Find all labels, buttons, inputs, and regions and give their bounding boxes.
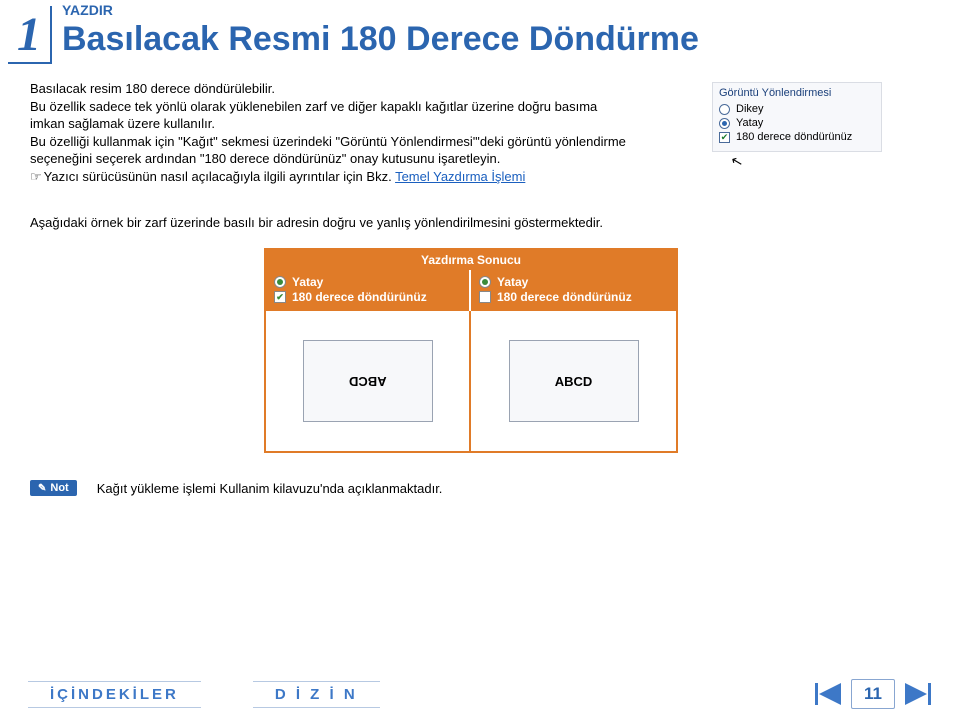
example-col-2-radio-label: Yatay (497, 275, 528, 289)
checkbox-checked-icon: ✔ (274, 291, 286, 303)
prev-page-icon[interactable] (815, 683, 841, 705)
envelope-text-rotated: ABCD (349, 374, 387, 389)
next-page-icon[interactable] (905, 683, 931, 705)
orientation-settings-panel: Görüntü Yönlendirmesi Dikey Yatay ✔ 180 … (712, 82, 882, 152)
body-text: Basılacak resim 180 derece döndürülebili… (30, 80, 630, 185)
orientation-option-dikey[interactable]: Dikey (719, 103, 875, 115)
checkbox-checked-icon: ✔ (719, 132, 730, 143)
page-number-button[interactable]: 11 (851, 679, 895, 709)
section-number: 1 (17, 7, 41, 62)
example-col-2-check-label: 180 derece döndürünüz (497, 290, 632, 304)
orientation-option-yatay[interactable]: Yatay (719, 117, 875, 129)
paragraph-4: ☞Yazıcı sürücüsünün nasıl açılacağıyla i… (30, 168, 630, 186)
radio-selected-icon (274, 276, 286, 288)
orientation-option-label: Dikey (736, 103, 764, 115)
example-envelope-row: ABCD ABCD (266, 311, 676, 451)
hand-icon: ☞ (30, 168, 42, 186)
footer-nav: 11 (815, 679, 931, 709)
note-row: ✎ Not Kağıt yükleme işlemi Kullanim kila… (30, 480, 442, 496)
cursor-icon: ↖ (729, 152, 745, 171)
example-table: Yazdırma Sonucu Yatay ✔ 180 derece döndü… (264, 248, 678, 453)
example-col-1-radio-label: Yatay (292, 275, 323, 289)
footer-bar: İÇİNDEKİLER D İ Z İ N 11 (0, 679, 959, 709)
radio-selected-icon (719, 118, 730, 129)
heading-block: YAZDIR Basılacak Resmi 180 Derece Döndür… (62, 2, 699, 59)
category-label: YAZDIR (62, 2, 699, 18)
pencil-icon: ✎ (38, 483, 46, 494)
example-intro: Aşağıdaki örnek bir zarf üzerinde basılı… (30, 215, 603, 230)
index-button[interactable]: D İ Z İ N (253, 681, 380, 708)
orientation-panel-title: Görüntü Yönlendirmesi (719, 87, 875, 99)
example-col-1-options: Yatay ✔ 180 derece döndürünüz (266, 270, 471, 311)
note-text: Kağıt yükleme işlemi Kullanim kilavuzu'n… (97, 481, 443, 496)
toc-button[interactable]: İÇİNDEKİLER (28, 681, 201, 708)
basic-printing-link[interactable]: Temel Yazdırma İşlemi (395, 169, 525, 184)
note-badge-label: Not (50, 482, 68, 494)
paragraph-2: Bu özellik sadece tek yönlü olarak yükle… (30, 98, 630, 133)
example-col-2-options: Yatay 180 derece döndürünüz (471, 270, 676, 311)
example-col-1-envelope-cell: ABCD (266, 311, 471, 451)
radio-icon (719, 104, 730, 115)
section-number-box: 1 (8, 6, 52, 64)
checkbox-unchecked-icon (479, 291, 491, 303)
paragraph-1: Basılacak resim 180 derece döndürülebili… (30, 80, 630, 98)
envelope-rotated: ABCD (303, 340, 433, 422)
envelope-normal: ABCD (509, 340, 639, 422)
paragraph-3: Bu özelliği kullanmak için "Kağıt" sekme… (30, 133, 630, 168)
orientation-option-180[interactable]: ✔ 180 derece döndürünüz (719, 131, 875, 143)
orientation-option-label: 180 derece döndürünüz (736, 131, 852, 143)
example-options-row: Yatay ✔ 180 derece döndürünüz Yatay 180 … (266, 270, 676, 311)
envelope-text-normal: ABCD (555, 374, 593, 389)
example-col-2-envelope-cell: ABCD (471, 311, 676, 451)
example-table-header: Yazdırma Sonucu (266, 250, 676, 270)
page-title: Basılacak Resmi 180 Derece Döndürme (62, 20, 699, 59)
note-badge: ✎ Not (30, 480, 77, 496)
paragraph-4-prefix: Yazıcı sürücüsünün nasıl açılacağıyla il… (44, 169, 395, 184)
example-col-1-check-label: 180 derece döndürünüz (292, 290, 427, 304)
orientation-option-label: Yatay (736, 117, 763, 129)
radio-selected-icon (479, 276, 491, 288)
